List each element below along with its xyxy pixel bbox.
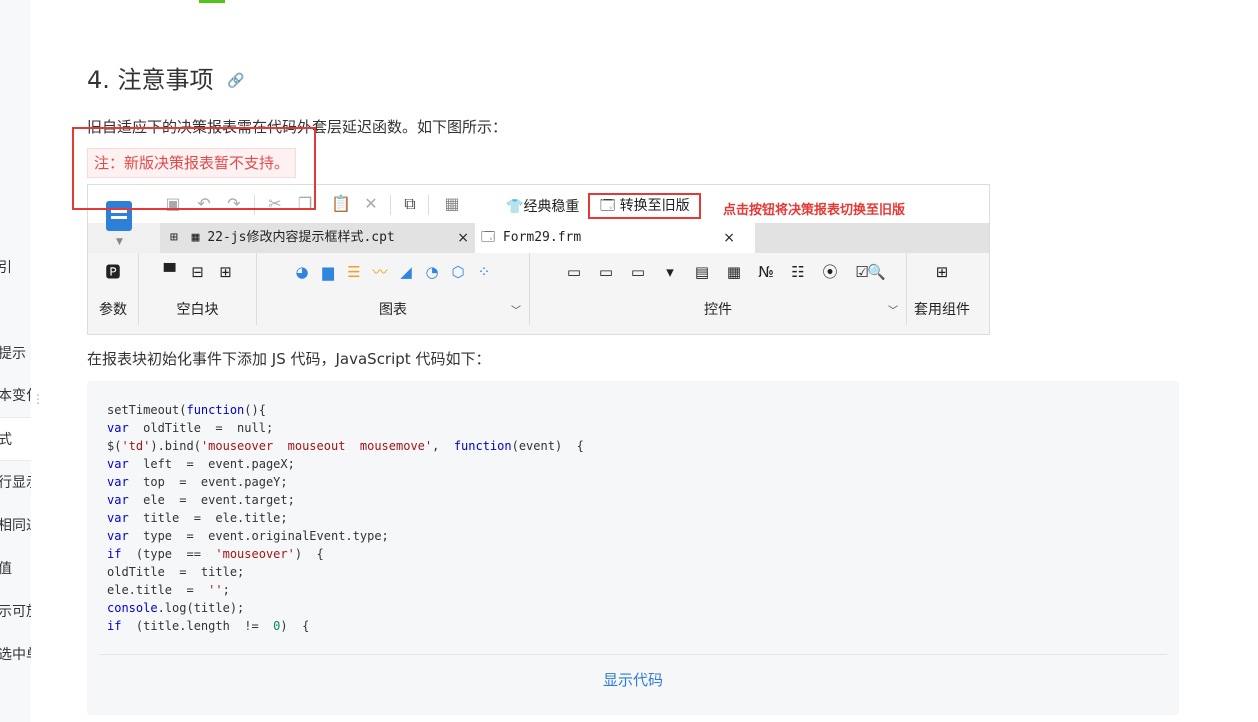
chevron-down-icon[interactable]: ﹀ (888, 302, 898, 317)
sidebar-item[interactable]: 选中单 (0, 644, 31, 664)
convert-to-old-button[interactable]: 🗔 转换至旧版 (588, 193, 701, 219)
number-icon[interactable]: № (757, 263, 775, 281)
top-marker (199, 0, 225, 3)
ribbon-group-label: 空白块 (176, 302, 219, 318)
paste-icon: 📋 (331, 194, 351, 213)
area-chart-icon[interactable]: ◢ (397, 263, 415, 281)
code-line: var top = event.pageY; (107, 475, 288, 489)
screenshot-ribbon: 🅿 参数 ▀ ⊟ ⊞ 空白块 ◕ ▆ ☰ 〰 ◢ ◔ ⬡ ⁘ 图表 ﹀ ▭ ▭ … (88, 253, 989, 334)
close-icon[interactable]: × (723, 223, 735, 253)
code-line: var oldTitle = null; (107, 421, 274, 435)
code-line: console.log(title); (107, 601, 245, 615)
tab-block-icon[interactable]: ⊞ (217, 263, 235, 281)
code-line: var left = event.pageX; (107, 457, 295, 471)
preview-icon: ⧉ (404, 194, 416, 213)
gauge-chart-icon[interactable]: ◔ (423, 263, 441, 281)
search-icon[interactable]: 🔍 (867, 263, 886, 281)
convert-icon: 🗔 (600, 198, 616, 214)
ribbon-group-search: 🔍 (867, 253, 908, 325)
sidebar-item[interactable]: 行显示 (0, 472, 31, 492)
code-line: var title = ele.title; (107, 511, 288, 525)
code-line: var ele = event.target; (107, 493, 295, 507)
code-block: setTimeout(function(){ var oldTitle = nu… (87, 381, 1179, 715)
section-heading-text: 4. 注意事项 (87, 66, 214, 94)
textbox-icon[interactable]: ▭ (565, 263, 583, 281)
sidebar-item[interactable]: 示可放 (0, 601, 31, 621)
grid-icon: ▦ (444, 194, 460, 213)
radio-icon[interactable]: ⦿ (821, 263, 839, 281)
code-line: ele.title = ''; (107, 583, 230, 597)
button-icon[interactable]: ▭ (629, 263, 647, 281)
ribbon-group-params: 🅿 参数 (88, 253, 139, 325)
code-line: if (type == 'mouseover') { (107, 547, 324, 561)
code-line: setTimeout(function(){ (107, 403, 266, 417)
ribbon-group-label: 图表 (379, 302, 407, 318)
screenshot-tab-bar: ⊞ ▦ 22-js修改内容提示框样式.cpt × 🗔 Form29.frm × (160, 223, 989, 253)
split-icon[interactable]: ⊟ (189, 263, 207, 281)
ribbon-group-label: 控件 (704, 302, 732, 318)
ribbon-group-blank: ▀ ⊟ ⊞ 空白块 (139, 253, 257, 325)
grid-icon: ▦ (191, 230, 200, 245)
tab-frm[interactable]: 🗔 Form29.frm × (475, 223, 755, 253)
sidebar-item[interactable]: 引 (0, 257, 12, 277)
text-area-icon[interactable]: ☷ (789, 263, 807, 281)
calendar-icon[interactable]: ▦ (725, 263, 743, 281)
paragraph-code-intro: 在报表块初始化事件下添加 JS 代码，JavaScript 代码如下： (87, 350, 491, 368)
close-icon[interactable]: × (457, 223, 469, 253)
theme-classic-button[interactable]: 👕经典稳重 (506, 196, 579, 216)
radar-chart-icon[interactable]: ⬡ (449, 263, 467, 281)
component-icon[interactable]: ⊞ (933, 263, 951, 281)
sidebar-item[interactable]: 相同过 (0, 515, 31, 535)
sidebar-item[interactable]: 式 (0, 429, 12, 449)
scatter-chart-icon[interactable]: ⁘ (475, 263, 493, 281)
tab-label: 22-js修改内容提示框样式.cpt (207, 230, 395, 245)
show-code-button[interactable]: 显示代码 (87, 669, 1179, 690)
blank-block-icon[interactable]: ▀ (161, 263, 179, 281)
highlight-box (72, 127, 316, 210)
form-icon: 🗔 (481, 230, 496, 245)
code-line: $('td').bind('mouseover mouseout mousemo… (107, 439, 584, 453)
line-chart-icon[interactable]: 〰 (371, 263, 389, 281)
chevron-down-icon[interactable]: ▼ (116, 237, 123, 247)
sidebar-item[interactable]: 提示 (0, 343, 26, 363)
pie-chart-icon[interactable]: ◕ (293, 263, 311, 281)
link-icon[interactable]: 🔗 (227, 73, 244, 89)
toolbar-separator (390, 195, 391, 215)
param-icon[interactable]: 🅿 (104, 263, 122, 281)
delete-icon: ✕ (364, 194, 378, 213)
code-line: var type = event.originalEvent.type; (107, 529, 389, 543)
shirt-icon: 👕 (506, 199, 524, 215)
annotation-label: 点击按钮将决策报表切换至旧版 (723, 203, 906, 218)
sidebar-item[interactable]: 本变化 (0, 385, 31, 405)
dropdown-icon[interactable]: ▾ (661, 263, 679, 281)
label-icon[interactable]: ▭ (597, 263, 615, 281)
ribbon-group-widgets: ▭ ▭ ▭ ▾ ▤ ▦ № ☷ ⦿ ☑ 控件 ﹀ (530, 253, 907, 325)
ribbon-group-components: ⊞ 套用组件 (909, 253, 975, 325)
tab-label: Form29.frm (502, 230, 582, 245)
ribbon-group-label: 套用组件 (914, 302, 970, 318)
form-icon[interactable]: ▤ (693, 263, 711, 281)
code-divider (99, 654, 1167, 655)
sidebar-resize-handle[interactable]: ⋮ (32, 392, 44, 406)
bar-chart-icon[interactable]: ▆ (319, 263, 337, 281)
table-icon: ⊞ (170, 230, 178, 245)
tab-cpt[interactable]: ⊞ ▦ 22-js修改内容提示框样式.cpt × (160, 223, 475, 253)
code-content: setTimeout(function(){ var oldTitle = nu… (107, 401, 584, 635)
code-line: if (title.length != 0) { (107, 619, 310, 633)
sidebar-item[interactable]: 值 (0, 558, 12, 578)
chevron-down-icon[interactable]: ﹀ (511, 302, 521, 317)
sidebar: 引 提示 本变化 式 行显示 相同过 值 示可放 选中单 (0, 0, 31, 722)
section-heading: 4. 注意事项 🔗 (87, 60, 245, 95)
ribbon-group-label: 参数 (99, 302, 127, 318)
ribbon-group-chart: ◕ ▆ ☰ 〰 ◢ ◔ ⬡ ⁘ 图表 ﹀ (257, 253, 530, 325)
toolbar-separator (428, 195, 429, 215)
code-line: oldTitle = title; (107, 565, 245, 579)
hbar-chart-icon[interactable]: ☰ (345, 263, 363, 281)
